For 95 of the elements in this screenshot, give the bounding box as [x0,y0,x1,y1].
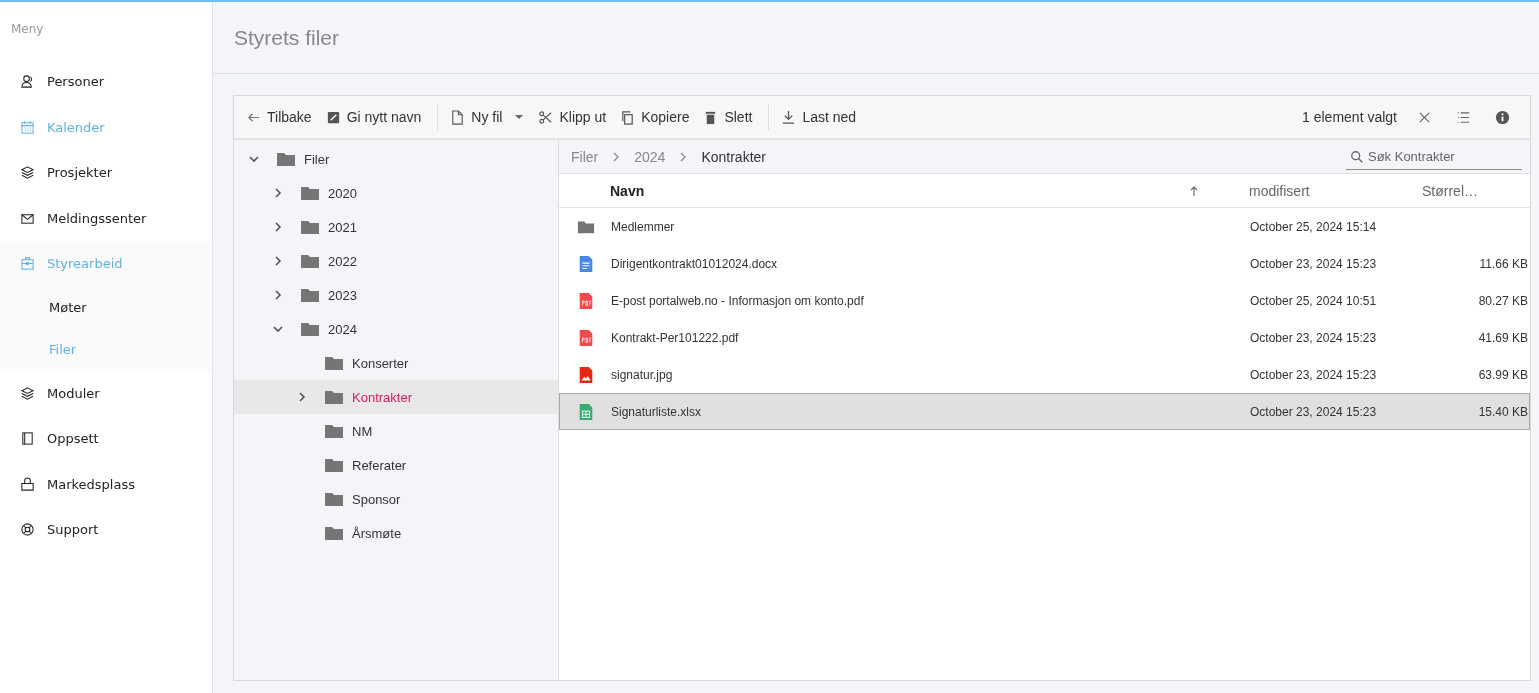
file-row[interactable]: Dirigentkontrakt01012024.docx October 23, 2024 15:23 11.66 KB [559,245,1530,282]
file-row[interactable]: Kontrakt-Per101222.pdf October 23, 2024 15:23 41.69 KB [559,319,1530,356]
calendar-icon [20,119,35,135]
tree-node[interactable]: 2021 [234,210,558,244]
tree-node[interactable]: NM [234,414,558,448]
file-size: 41.69 KB [1477,330,1528,345]
folder-icon [324,457,344,473]
toolbar-button[interactable]: Kopiere [620,105,698,129]
lifebuoy-icon [20,522,35,538]
newfile-icon [450,109,466,125]
sidebar-item[interactable]: Meldingssenter [0,195,212,241]
toolbar-button[interactable]: Klipp ut [538,105,615,129]
info-icon[interactable] [1495,109,1510,125]
person-icon [20,74,35,90]
briefcase-icon [20,256,35,272]
chevron-icon[interactable] [272,255,284,267]
modified-date: October 23, 2024 15:23 [1250,256,1378,271]
tree-node[interactable]: 2024 [234,312,558,346]
toolbar-button[interactable]: Last ned [781,105,865,129]
folder-icon [324,389,344,405]
toolbar-button[interactable]: Slett [703,105,761,129]
sidebar-item[interactable]: Markedsplass [0,461,212,507]
folder-icon [300,219,320,235]
chevron-icon[interactable] [272,323,284,335]
tree-node[interactable]: Filer [234,142,558,176]
folder-icon [300,253,320,269]
modified-date: October 23, 2024 15:23 [1250,367,1378,382]
file-name: Dirigentkontrakt01012024.docx [611,256,779,271]
toolbar-button[interactable]: Tilbake [246,105,320,129]
file-name: Medlemmer [611,219,676,234]
selection-count: 1 element valgt [1302,109,1397,125]
folder-icon [276,151,296,167]
modified-date: October 23, 2024 15:23 [1250,330,1378,345]
tree-node[interactable]: Kontrakter [234,380,558,414]
column-header[interactable]: Størrel… [1422,182,1527,199]
book-icon [20,431,35,447]
file-size: 11.66 KB [1478,256,1528,271]
column-header[interactable]: modifisert [1249,182,1422,199]
folder-icon [300,185,320,201]
modified-date: October 23, 2024 15:23 [1250,404,1378,419]
tree-node[interactable]: 2022 [234,244,558,278]
folder-icon [300,321,320,337]
folder-icon [324,525,344,541]
tree-node[interactable]: Sponsor [234,482,558,516]
file-name: signatur.jpg [611,367,674,382]
cut-icon [538,109,554,125]
chevron-icon[interactable] [272,289,284,301]
sidebar-item[interactable]: Personer [0,59,212,105]
file-size: 63.99 KB [1477,367,1528,382]
rename-icon [325,109,341,125]
folder-icon [324,491,344,507]
file-row[interactable]: Signaturliste.xlsx October 23, 2024 15:23 15.40 KB [559,393,1530,430]
breadcrumb-item[interactable]: Kontrakter [701,148,766,165]
bag-icon [20,476,35,492]
modified-date: October 25, 2024 15:14 [1250,219,1378,234]
tree-node[interactable]: 2020 [234,176,558,210]
file-size: 80.27 KB [1477,293,1528,308]
layers-icon [20,165,35,181]
sidebar-item[interactable]: Support [0,507,212,553]
file-row[interactable]: signatur.jpg October 23, 2024 15:23 63.99 KB [559,356,1530,393]
list-view-icon[interactable] [1456,109,1471,125]
file-name: Kontrakt-Per101222.pdf [611,330,740,345]
sidebar-item[interactable]: Oppsett [0,416,212,462]
sidebar-subitem[interactable]: Møter [0,286,212,329]
tree-node[interactable]: 2023 [234,278,558,312]
file-row[interactable]: Medlemmer October 25, 2024 15:14 [559,208,1530,245]
layers-icon [20,385,35,401]
toolbar-button[interactable]: Gi nytt navn [325,105,430,129]
sort-arrow-icon[interactable] [1189,184,1199,197]
tree-node[interactable]: Referater [234,448,558,482]
file-row[interactable]: E-post portalweb.no - Informasjon om konto.pdf October 25, 2024 10:51 80.27 KB [559,282,1530,319]
file-size: 15.40 KB [1477,404,1528,419]
chevron-icon[interactable] [248,153,260,165]
chevron-icon[interactable] [272,221,284,233]
folder-icon [300,287,320,303]
sidebar-item[interactable]: Moduler [0,370,212,416]
file-name: E-post portalweb.no - Informasjon om konto.pdf [611,293,865,308]
search-field[interactable]: Søk Kontrakter [1346,143,1522,170]
tree-node[interactable]: Konserter [234,346,558,380]
sidebar-item[interactable]: Prosjekter [0,150,212,196]
modified-date: October 25, 2024 10:51 [1250,293,1378,308]
download-icon [781,109,797,125]
chevron-icon[interactable] [272,187,284,199]
page-title: Styrets filer [234,25,340,50]
search-icon [1350,149,1364,164]
caret-icon [514,114,525,120]
tree-node[interactable]: Årsmøte [234,516,558,550]
folder-icon [324,355,344,371]
sidebar-heading: Meny [10,21,45,38]
copy-icon [620,109,636,125]
column-header[interactable]: Navn [610,182,1249,199]
toolbar-button[interactable]: Ny fil [450,105,533,129]
folder-icon [324,423,344,439]
chevron-icon[interactable] [296,391,308,403]
file-name: Signaturliste.xlsx [611,404,703,419]
